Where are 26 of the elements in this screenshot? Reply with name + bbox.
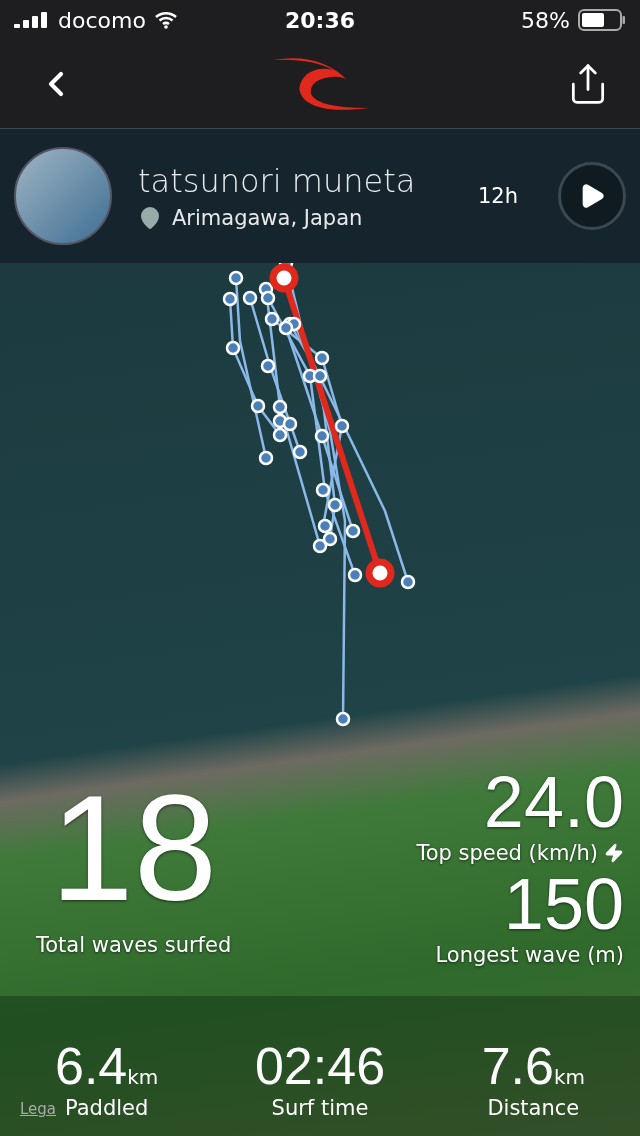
stat-label: Paddled bbox=[65, 1096, 149, 1120]
battery-icon bbox=[578, 9, 626, 31]
signal-icon bbox=[14, 12, 50, 28]
location-text: Arimagawa, Japan bbox=[172, 206, 363, 230]
stat-value: 24.0 bbox=[483, 763, 624, 841]
total-waves-value: 18 bbox=[50, 763, 218, 933]
stat-label: Surf time bbox=[271, 1096, 369, 1120]
location-pin-icon bbox=[138, 206, 162, 230]
lightning-icon bbox=[604, 843, 624, 863]
stat-value: 6.4 bbox=[54, 1036, 128, 1096]
battery-percent: 58% bbox=[521, 7, 570, 33]
legal-link[interactable]: Lega bbox=[20, 1100, 57, 1118]
unit-text: km bbox=[127, 1065, 159, 1089]
stat-value: 150 bbox=[503, 865, 624, 943]
stat-value: 02:46 bbox=[254, 1036, 386, 1096]
stat-label: Top speed (km/h) bbox=[416, 841, 598, 865]
duration-text: 12h bbox=[477, 184, 518, 208]
carrier-name: docomo bbox=[58, 7, 146, 33]
wifi-icon bbox=[153, 11, 178, 29]
unit-text: km bbox=[553, 1065, 585, 1089]
stat-label: Distance bbox=[487, 1096, 580, 1120]
user-name: tatsunori muneta bbox=[138, 162, 417, 200]
total-waves-label: Total waves surfed bbox=[36, 933, 232, 957]
stat-label: Longest wave (m) bbox=[435, 943, 624, 967]
stat-value: 7.6 bbox=[481, 1036, 554, 1096]
clock-time: 20:36 bbox=[285, 7, 355, 33]
